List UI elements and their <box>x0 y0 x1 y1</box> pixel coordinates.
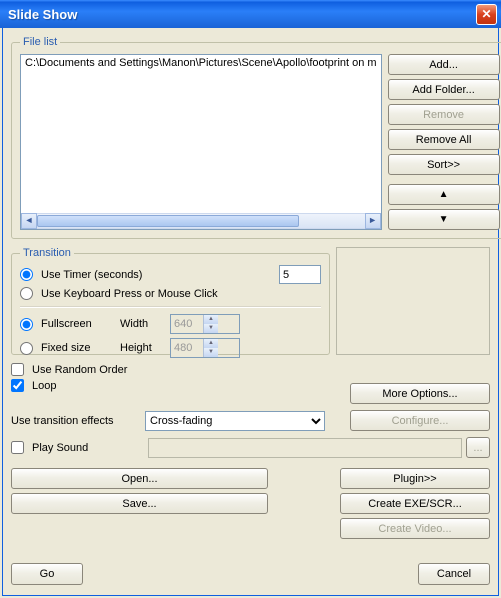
transition-effects-select[interactable]: Cross-fading <box>145 411 325 431</box>
save-button[interactable]: Save... <box>11 493 268 514</box>
more-options-button[interactable]: More Options... <box>350 383 490 404</box>
transition-group: Transition Use Timer (seconds) Use Keybo… <box>11 247 330 355</box>
scroll-left-icon[interactable]: ◄ <box>21 213 37 229</box>
file-list-group: File list C:\Documents and Settings\Mano… <box>11 36 501 239</box>
remove-button[interactable]: Remove <box>388 104 500 125</box>
random-order-label: Use Random Order <box>32 364 127 376</box>
client-area: File list C:\Documents and Settings\Mano… <box>2 28 499 596</box>
add-button[interactable]: Add... <box>388 54 500 75</box>
transition-legend: Transition <box>20 247 74 259</box>
create-video-button[interactable]: Create Video... <box>340 518 490 539</box>
sound-path-field <box>148 438 462 458</box>
open-button[interactable]: Open... <box>11 468 268 489</box>
loop-label: Loop <box>32 380 56 392</box>
plugin-button[interactable]: Plugin>> <box>340 468 490 489</box>
use-timer-radio[interactable] <box>20 268 33 281</box>
chevron-up-icon[interactable]: ▲ <box>203 315 218 324</box>
fixed-size-label: Fixed size <box>41 342 91 354</box>
cancel-button[interactable]: Cancel <box>418 563 490 585</box>
chevron-down-icon[interactable]: ▼ <box>203 348 218 357</box>
use-timer-label: Use Timer (seconds) <box>41 269 142 281</box>
chevron-up-icon[interactable]: ▲ <box>203 339 218 348</box>
file-list[interactable]: C:\Documents and Settings\Manon\Pictures… <box>20 54 382 230</box>
use-keyboard-radio[interactable] <box>20 287 33 300</box>
fullscreen-label: Fullscreen <box>41 318 92 330</box>
preview-pane <box>336 247 490 355</box>
add-folder-button[interactable]: Add Folder... <box>388 79 500 100</box>
close-icon[interactable]: ✕ <box>476 4 497 25</box>
title-bar: Slide Show ✕ <box>0 0 501 28</box>
play-sound-checkbox[interactable] <box>11 441 24 454</box>
sort-button[interactable]: Sort>> <box>388 154 500 175</box>
remove-all-button[interactable]: Remove All <box>388 129 500 150</box>
window-title: Slide Show <box>8 7 476 22</box>
width-label: Width <box>120 318 170 330</box>
height-label: Height <box>120 342 170 354</box>
height-input[interactable] <box>171 339 203 357</box>
move-up-button[interactable]: ▲ <box>388 184 500 205</box>
play-sound-label: Play Sound <box>32 442 144 454</box>
width-stepper[interactable]: ▲▼ <box>170 314 240 334</box>
create-exe-button[interactable]: Create EXE/SCR... <box>340 493 490 514</box>
scroll-right-icon[interactable]: ► <box>365 213 381 229</box>
list-item[interactable]: C:\Documents and Settings\Manon\Pictures… <box>21 55 381 71</box>
go-button[interactable]: Go <box>11 563 83 585</box>
scroll-thumb[interactable] <box>37 215 299 227</box>
height-stepper[interactable]: ▲▼ <box>170 338 240 358</box>
fullscreen-radio[interactable] <box>20 318 33 331</box>
horizontal-scrollbar[interactable]: ◄ ► <box>21 213 381 229</box>
use-keyboard-label: Use Keyboard Press or Mouse Click <box>41 288 218 300</box>
chevron-down-icon[interactable]: ▼ <box>203 324 218 333</box>
configure-button[interactable]: Configure... <box>350 410 490 431</box>
file-list-legend: File list <box>20 36 60 48</box>
width-input[interactable] <box>171 315 203 333</box>
random-order-checkbox[interactable] <box>11 363 24 376</box>
fixed-size-radio[interactable] <box>20 342 33 355</box>
move-down-button[interactable]: ▼ <box>388 209 500 230</box>
effects-label: Use transition effects <box>11 415 141 427</box>
loop-checkbox[interactable] <box>11 379 24 392</box>
scroll-track[interactable] <box>37 213 365 229</box>
browse-sound-button[interactable]: ... <box>466 437 490 458</box>
timer-seconds-input[interactable] <box>279 265 321 284</box>
